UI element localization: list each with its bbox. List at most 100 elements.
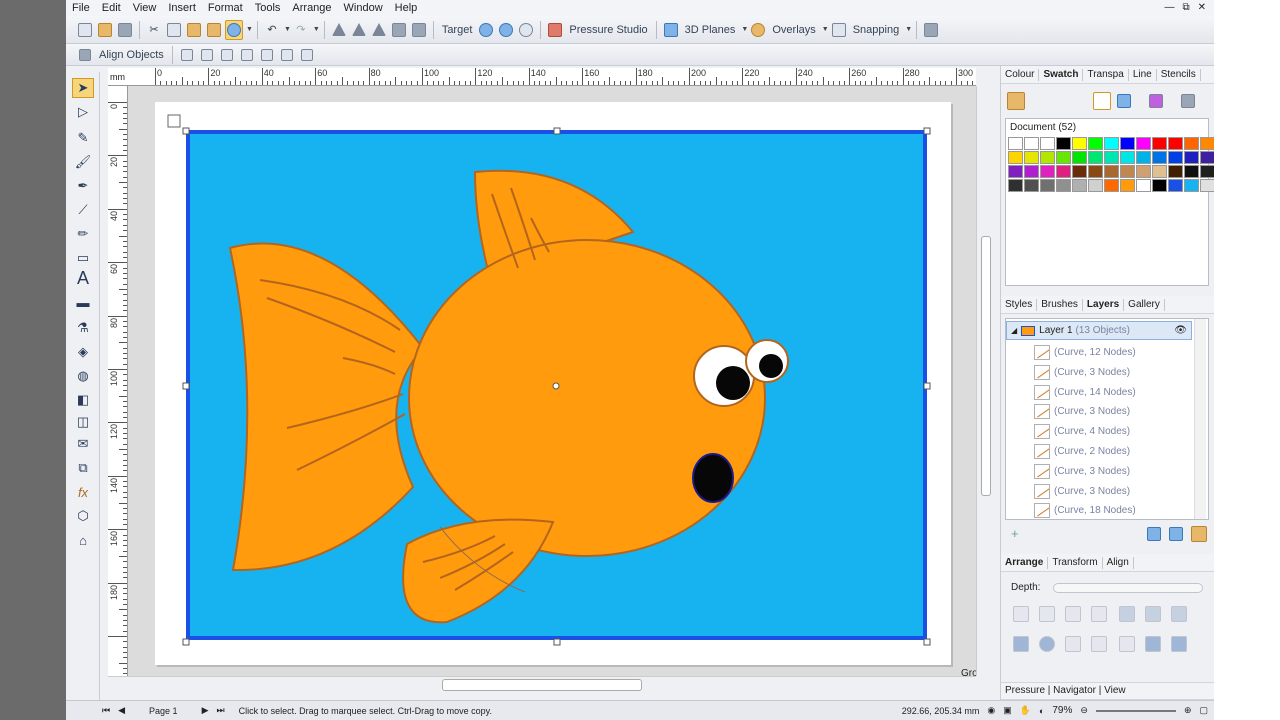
colour-swatch[interactable] <box>1104 165 1119 178</box>
overlays-icon[interactable] <box>749 20 767 40</box>
fill-tool-icon[interactable]: ▬ <box>72 292 94 312</box>
rotate-icon[interactable] <box>370 20 388 40</box>
depth-slider[interactable] <box>1053 583 1203 593</box>
bevel-tool-icon[interactable]: ◧ <box>72 390 94 410</box>
colour-swatch[interactable] <box>1136 137 1151 150</box>
paste-icon[interactable] <box>185 20 203 40</box>
layer-properties-icon[interactable] <box>1147 527 1161 541</box>
colour-swatch[interactable] <box>1056 151 1071 164</box>
combine-shapes-icon[interactable] <box>1065 636 1081 652</box>
align-bottom-icon[interactable] <box>278 45 296 65</box>
blend-tool-icon[interactable]: ⧉ <box>72 458 94 478</box>
menu-tools[interactable]: Tools <box>249 0 287 16</box>
pressure-studio-icon[interactable] <box>546 20 564 40</box>
colour-swatch[interactable] <box>1200 137 1214 150</box>
format-painter-icon[interactable] <box>205 20 223 40</box>
layer-row[interactable]: ◢ Layer 1 (13 Objects) 👁 <box>1006 321 1192 340</box>
swatch-options-icon[interactable] <box>1181 94 1195 108</box>
colour-swatch[interactable] <box>1040 151 1055 164</box>
colour-swatch[interactable] <box>1120 137 1135 150</box>
colour-swatch[interactable] <box>1104 179 1119 192</box>
freehand-tool-icon[interactable]: ✎ <box>72 128 94 148</box>
menu-view[interactable]: View <box>127 0 163 16</box>
colour-swatch[interactable] <box>1152 151 1167 164</box>
colour-swatch[interactable] <box>1088 165 1103 178</box>
colour-swatch[interactable] <box>1056 137 1071 150</box>
palette-icon[interactable] <box>1117 94 1131 108</box>
layers-scrollbar[interactable] <box>1194 319 1206 519</box>
colour-swatch[interactable] <box>1040 137 1055 150</box>
text-tool-icon[interactable]: A <box>72 268 94 288</box>
group-objects-icon[interactable] <box>1013 636 1029 652</box>
tab-stencils[interactable]: Stencils <box>1157 68 1201 81</box>
view-quality-icon[interactable]: ◉ <box>987 705 995 716</box>
colour-swatch[interactable] <box>1184 165 1199 178</box>
copy-icon[interactable] <box>165 20 183 40</box>
selector-tool-icon[interactable]: ➤ <box>72 78 94 98</box>
tab-brushes[interactable]: Brushes <box>1037 298 1083 311</box>
new-from-template-icon[interactable] <box>96 20 114 40</box>
snapping-icon[interactable] <box>830 20 848 40</box>
last-page-icon[interactable]: ⏭ <box>216 705 224 716</box>
colour-swatch[interactable] <box>1008 179 1023 192</box>
undo-icon[interactable]: ↶ <box>263 20 281 40</box>
colour-swatch[interactable] <box>1152 137 1167 150</box>
colour-swatch[interactable] <box>1168 151 1183 164</box>
colour-swatch[interactable] <box>1072 165 1087 178</box>
colour-swatch[interactable] <box>1088 179 1103 192</box>
ungroup-icon[interactable] <box>1039 636 1055 652</box>
tab-transparency[interactable]: Transpa <box>1083 68 1129 81</box>
snap-icon[interactable]: ▣ <box>1003 705 1012 716</box>
rotate-icon[interactable] <box>1171 606 1187 622</box>
overlays-button[interactable]: Overlays <box>769 20 818 40</box>
flip-horizontal-icon[interactable] <box>330 20 348 40</box>
bring-forward-icon[interactable] <box>1039 606 1055 622</box>
distribute-icon[interactable] <box>298 45 316 65</box>
save-icon[interactable] <box>116 20 134 40</box>
colour-swatch[interactable] <box>1024 165 1039 178</box>
layer-object-row[interactable]: (Curve, 3 Nodes) <box>1006 402 1192 421</box>
colour-swatch[interactable] <box>1008 137 1023 150</box>
first-page-icon[interactable]: ⏮ <box>102 705 110 716</box>
colour-swatch[interactable] <box>1184 137 1199 150</box>
tab-transform[interactable]: Transform <box>1048 556 1103 569</box>
fit-page-icon[interactable]: ▢ <box>1199 705 1208 716</box>
drawing-canvas[interactable]: Group <box>128 86 976 676</box>
pan-hand-icon[interactable]: ✋ <box>1020 705 1031 716</box>
colour-swatch[interactable] <box>1200 151 1214 164</box>
join-icon[interactable] <box>1171 636 1187 652</box>
colour-swatch[interactable] <box>1024 137 1039 150</box>
colour-swatch[interactable] <box>1072 151 1087 164</box>
send-to-back-icon[interactable] <box>1091 606 1107 622</box>
colour-swatch[interactable] <box>1040 165 1055 178</box>
show-all-layers-icon[interactable] <box>1191 526 1207 542</box>
target-bitmap-icon[interactable] <box>497 20 515 40</box>
chevron-down-icon[interactable]: ▼ <box>246 26 253 33</box>
subtract-icon[interactable] <box>1119 636 1135 652</box>
colour-swatch[interactable] <box>1152 165 1167 178</box>
document-page[interactable]: Group <box>155 102 976 676</box>
contour-tool-icon[interactable]: ◫ <box>72 412 94 432</box>
tab-layers[interactable]: Layers <box>1083 298 1125 311</box>
new-document-icon[interactable] <box>76 20 94 40</box>
tab-gallery[interactable]: Gallery <box>1124 298 1165 311</box>
colour-swatch[interactable] <box>1184 151 1199 164</box>
menu-file[interactable]: File <box>66 0 96 16</box>
menu-window[interactable]: Window <box>338 0 389 16</box>
tab-colour[interactable]: Colour <box>1001 68 1040 81</box>
cut-icon[interactable]: ✂ <box>145 20 163 40</box>
transform-icon[interactable] <box>225 19 243 40</box>
tab-arrange[interactable]: Arrange <box>1001 556 1049 569</box>
menu-format[interactable]: Format <box>202 0 249 16</box>
pressure-studio-button[interactable]: Pressure Studio <box>566 20 650 40</box>
tab-align[interactable]: Align <box>1103 556 1134 569</box>
rectangle-tool-icon[interactable]: ▭ <box>72 248 94 268</box>
align-right-icon[interactable] <box>218 45 236 65</box>
colour-swatch[interactable] <box>1136 179 1151 192</box>
colour-swatch[interactable] <box>1152 179 1167 192</box>
zoom-in-icon[interactable]: ⊕ <box>1184 705 1192 716</box>
tab-swatch[interactable]: Swatch <box>1039 68 1084 81</box>
colour-swatch[interactable] <box>1200 179 1214 192</box>
colour-swatch[interactable] <box>1072 179 1087 192</box>
mirror-icon[interactable] <box>1145 606 1161 622</box>
